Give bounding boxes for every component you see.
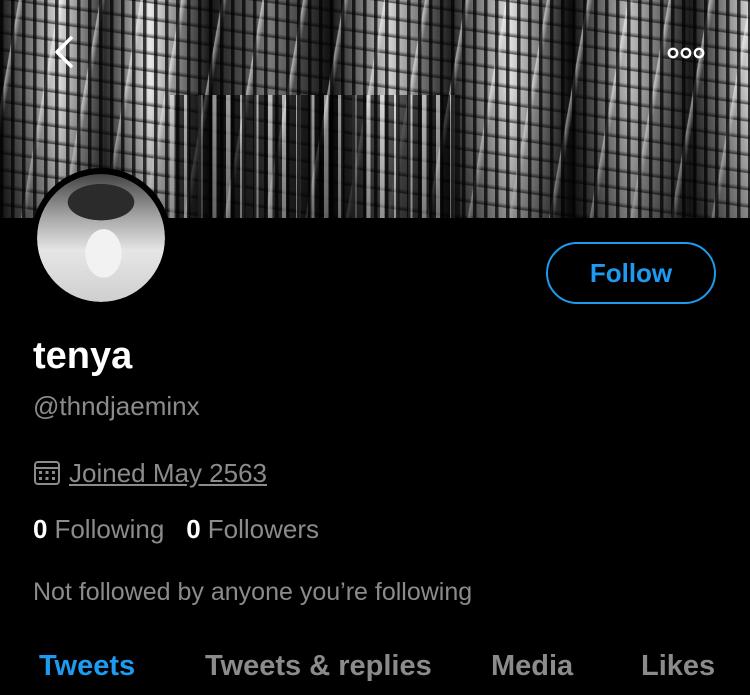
- tab-tweets[interactable]: Tweets: [39, 648, 135, 684]
- calendar-icon: [34, 461, 60, 485]
- more-options-button[interactable]: [662, 36, 710, 70]
- tab-media[interactable]: Media: [491, 648, 573, 684]
- profile-handle: @thndjaeminx: [33, 391, 200, 421]
- following-count: 0: [33, 514, 48, 544]
- profile-tabs: Tweets Tweets & replies Media Likes: [0, 646, 750, 695]
- avatar[interactable]: [31, 168, 171, 308]
- followers-stat[interactable]: 0 Followers: [186, 514, 319, 545]
- profile-display-name: tenya: [33, 335, 133, 377]
- following-label: Following: [54, 514, 165, 544]
- follow-button[interactable]: Follow: [546, 242, 716, 304]
- back-button[interactable]: [42, 28, 86, 76]
- followers-label: Followers: [207, 514, 320, 544]
- follow-stats: 0 Following 0 Followers: [33, 514, 319, 545]
- followed-by-note: Not followed by anyone you’re following: [33, 578, 473, 606]
- avatar-photo: [37, 174, 165, 302]
- tab-likes[interactable]: Likes: [641, 648, 715, 684]
- followers-count: 0: [186, 514, 201, 544]
- tab-tweets-and-replies[interactable]: Tweets & replies: [205, 648, 432, 684]
- chevron-left-icon: [55, 36, 73, 68]
- following-stat[interactable]: 0 Following: [33, 514, 164, 545]
- joined-date-link[interactable]: Joined May 2563: [69, 458, 267, 489]
- more-horizontal-icon: [667, 47, 705, 59]
- joined-date-row: Joined May 2563: [33, 456, 267, 490]
